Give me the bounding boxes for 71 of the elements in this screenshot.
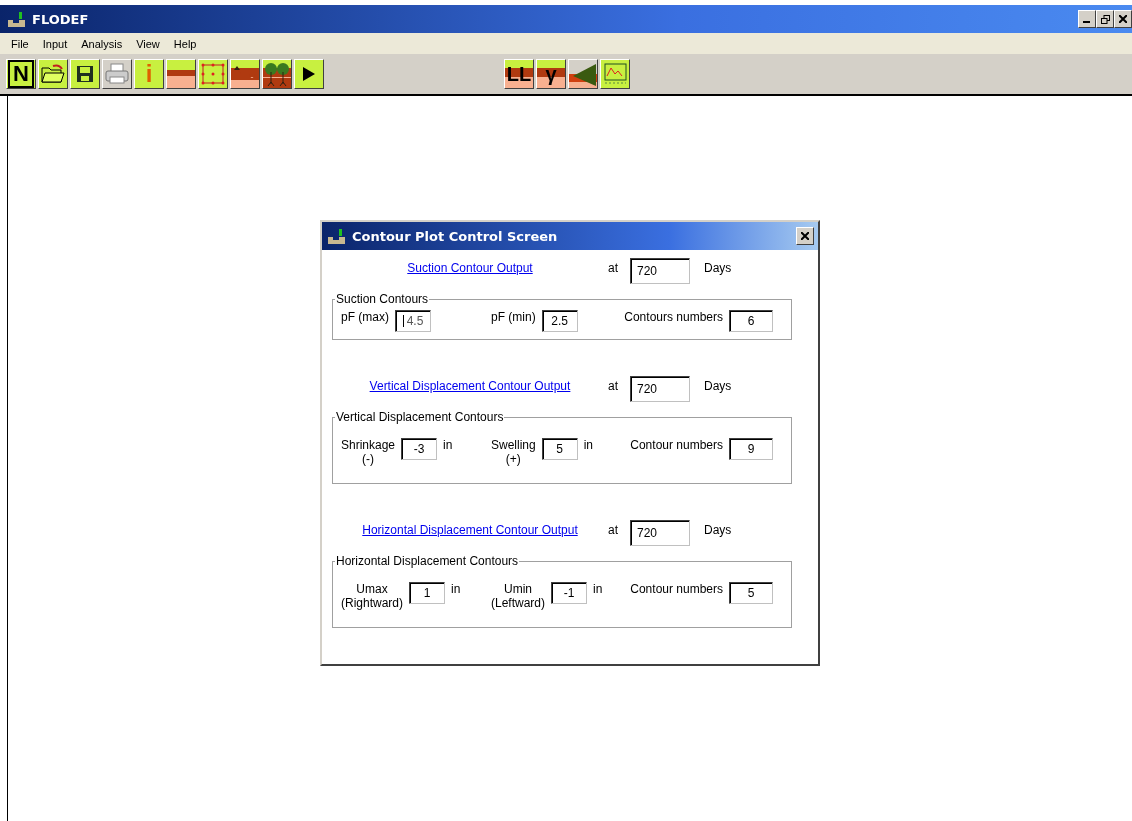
group-title: Horizontal Displacement Contours — [335, 554, 520, 568]
unit-label: in — [443, 438, 453, 452]
terrain-tool-button[interactable] — [230, 59, 260, 89]
printer-tool-button[interactable] — [102, 59, 132, 89]
menu-item[interactable]: File — [4, 37, 36, 50]
trees-icon — [263, 60, 291, 88]
close-icon — [1119, 15, 1127, 23]
folder-tool-button[interactable] — [38, 59, 68, 89]
graph-tool-button[interactable] — [600, 59, 630, 89]
menu-item[interactable]: View — [129, 37, 167, 50]
value-field[interactable]: 5 — [541, 438, 578, 460]
value-field[interactable]: 1 — [409, 582, 445, 604]
window-title: FLODEF — [32, 11, 90, 27]
unit-label: in — [583, 438, 594, 452]
value-field[interactable]: 6 — [729, 310, 773, 332]
output-link[interactable]: Vertical Displacement Contour Output — [332, 379, 608, 393]
menu-item[interactable]: Help — [166, 37, 204, 50]
close-icon — [801, 232, 809, 240]
days-field[interactable]: 720 — [630, 258, 690, 284]
at-label: at — [608, 261, 619, 275]
value-field[interactable]: -1 — [551, 582, 588, 604]
days-label: Days — [704, 261, 733, 275]
days-field[interactable]: 720 — [630, 520, 690, 546]
menu-item[interactable]: Input — [35, 37, 75, 50]
value-field[interactable]: -3 — [401, 438, 438, 460]
value-field[interactable]: 9 — [729, 438, 773, 460]
value-field[interactable]: 5 — [729, 582, 773, 604]
restore-button[interactable] — [1096, 10, 1114, 28]
play-icon — [302, 66, 316, 82]
folder-icon — [41, 64, 65, 84]
dialog-title: Contour Plot Control Screen — [352, 228, 559, 244]
group-title: Suction Contours — [335, 292, 430, 306]
output-link[interactable]: Horizontal Displacement Contour Output — [332, 523, 608, 537]
output-link[interactable]: Suction Contour Output — [332, 261, 608, 275]
group-title: Vertical Displacement Contours — [335, 410, 505, 424]
printer-icon — [104, 63, 130, 85]
days-label: Days — [704, 379, 733, 393]
field-label: Umax (Rightward) — [341, 582, 403, 610]
at-label: at — [608, 379, 619, 393]
field-label: Contour numbers — [630, 582, 723, 596]
field-label: Shrinkage (-) — [341, 438, 396, 466]
field-label: Contour numbers — [630, 438, 723, 452]
unit-label: in — [593, 582, 603, 596]
value-field[interactable]: 2.5 — [541, 310, 578, 332]
days-label: Days — [704, 523, 733, 537]
field-label: Swelling (+) — [491, 438, 536, 466]
at-label: at — [608, 523, 619, 537]
field-label: pF (max) — [341, 310, 389, 324]
close-button[interactable] — [1114, 10, 1132, 28]
field-label: Umin (Leftward) — [491, 582, 546, 610]
play-tool-button[interactable] — [294, 59, 324, 89]
soil-layers-icon — [167, 70, 195, 88]
line-graph-icon — [602, 62, 628, 86]
slope-tool-button[interactable] — [568, 59, 598, 89]
app-logo-icon — [8, 11, 26, 27]
app-logo-icon — [328, 228, 346, 244]
restore-icon — [1100, 14, 1110, 24]
unit-label: in — [451, 582, 461, 596]
minimize-button[interactable] — [1078, 10, 1096, 28]
field-label: pF (min) — [491, 310, 536, 324]
mesh-tool-button[interactable] — [198, 59, 228, 89]
layers-tool-button[interactable] — [166, 59, 196, 89]
close-button[interactable] — [796, 227, 814, 245]
disk-tool-button[interactable] — [70, 59, 100, 89]
value-field[interactable]: 4.5 — [395, 310, 431, 332]
letter-tool-button[interactable]: N — [6, 59, 36, 89]
menu-item[interactable]: Analysis — [74, 37, 130, 50]
days-field[interactable]: 720 — [630, 376, 690, 402]
mesh-icon — [201, 63, 225, 85]
field-label: Contours numbers — [624, 310, 723, 324]
trees-tool-button[interactable] — [262, 59, 292, 89]
